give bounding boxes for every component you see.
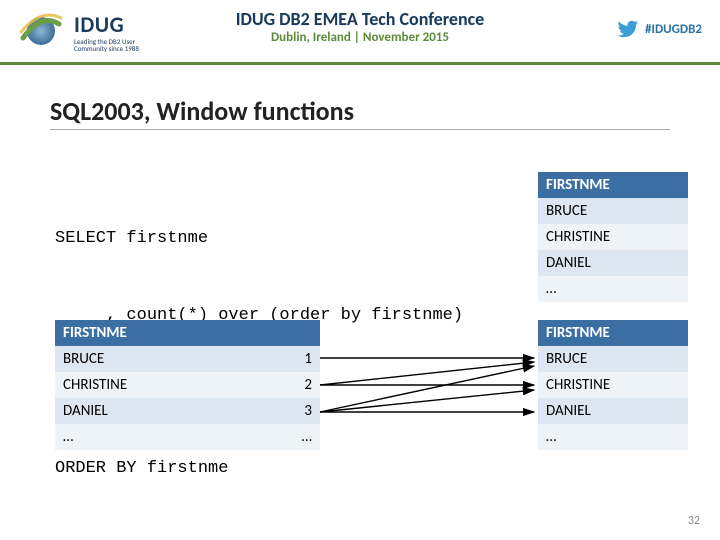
table-cell: DANIEL [55,398,224,424]
table-cell: 1 [224,346,320,372]
table-cell: … [538,276,688,302]
column-header: FIRSTNME [538,320,688,346]
table-cell: 2 [224,372,320,398]
sql-line: SELECT firstnme [55,226,463,252]
conference-title-block: IDUG DB2 EMEA Tech Conference Dublin, Ir… [0,8,720,45]
hashtag-block: #IDUGDB2 [617,18,702,40]
table-cell: … [55,424,224,450]
hashtag-text: #IDUGDB2 [645,22,702,37]
table-cell: CHRISTINE [55,372,224,398]
slide-header: IDUG Leading the DB2 User Community sinc… [0,0,720,65]
table-cell: DANIEL [538,250,688,276]
table-cell: BRUCE [55,346,224,372]
column-header [224,320,320,346]
page-number: 32 [688,514,700,528]
table-cell: … [538,424,688,450]
table-cell: BRUCE [538,346,688,372]
column-header: FIRSTNME [55,320,224,346]
twitter-icon [617,18,639,40]
source-table-bottom: FIRSTNME BRUCE CHRISTINE DANIEL … [538,320,688,450]
conference-subtitle: Dublin, Ireland | November 2015 [0,30,720,45]
sql-line: ORDER BY firstnme [55,456,463,482]
title-underline [50,129,670,130]
table-cell: CHRISTINE [538,372,688,398]
org-tagline-2: Community since 1988 [74,45,139,52]
column-header: FIRSTNME [538,172,688,198]
source-table-top: FIRSTNME BRUCE CHRISTINE DANIEL … [538,172,688,302]
table-cell: 3 [224,398,320,424]
conference-title: IDUG DB2 EMEA Tech Conference [0,8,720,30]
slide-title: SQL2003, Window functions [50,95,720,127]
table-cell: DANIEL [538,398,688,424]
table-cell: BRUCE [538,198,688,224]
result-table: FIRSTNME BRUCE1 CHRISTINE2 DANIEL3 …… [55,320,320,450]
table-cell: … [224,424,320,450]
table-cell: CHRISTINE [538,224,688,250]
